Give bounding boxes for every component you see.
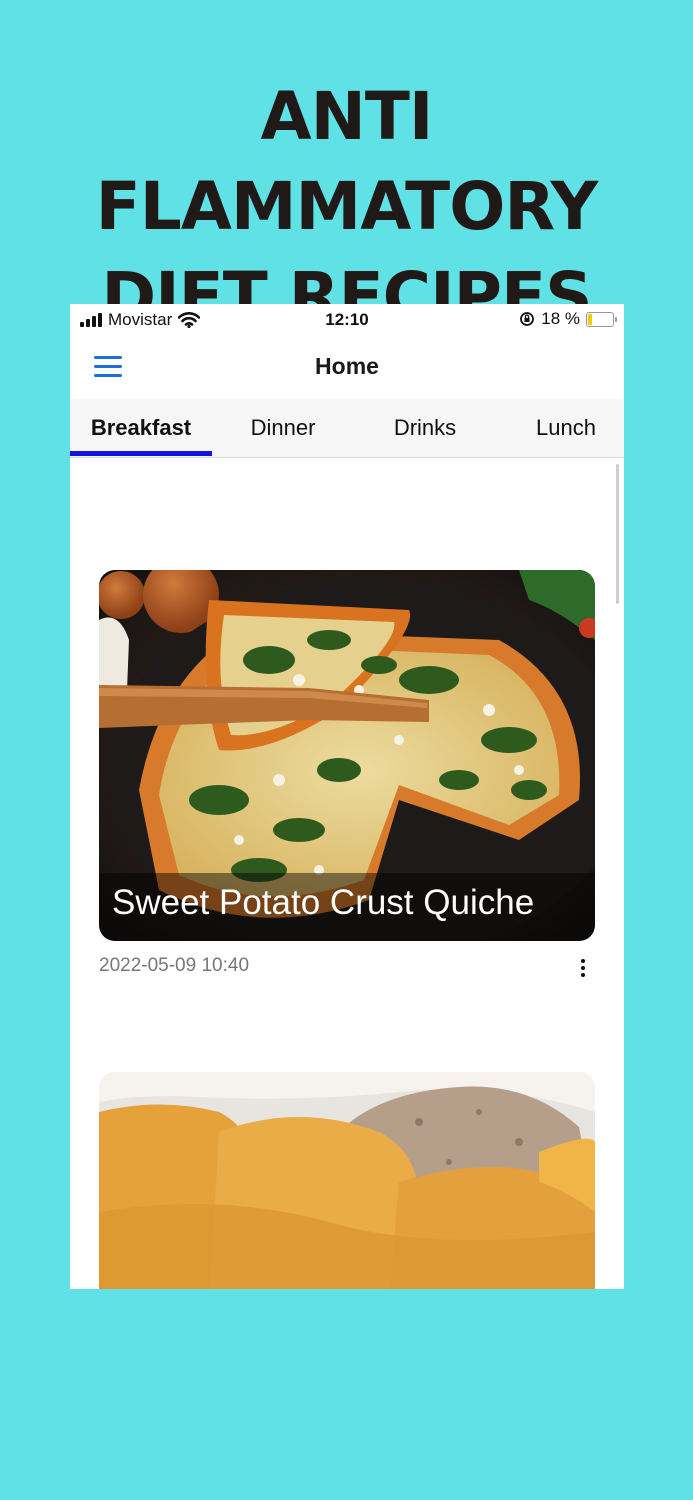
orientation-lock-icon — [520, 312, 535, 326]
category-tabs: Breakfast Dinner Drinks Lunch — [70, 399, 624, 458]
tab-breakfast[interactable]: Breakfast — [70, 399, 212, 457]
tab-drinks[interactable]: Drinks — [354, 399, 496, 457]
promo-headline: ANTI FLAMMATORY DIET RECIPES — [0, 72, 693, 342]
active-tab-indicator — [70, 451, 212, 456]
recipe-title-overlay: Sweet Potato Crust Quiche — [99, 873, 595, 941]
page-title: Home — [315, 353, 379, 379]
tab-dinner[interactable]: Dinner — [212, 399, 354, 457]
recipe-card[interactable] — [99, 1072, 595, 1289]
sweet-potato-dish-photo — [99, 1072, 595, 1289]
battery-percent: 18 % — [541, 309, 580, 328]
app-header: Home — [70, 336, 624, 400]
status-right: 18 % — [519, 309, 617, 329]
recipe-date: 2022-05-09 10:40 — [99, 955, 250, 976]
tab-lunch[interactable]: Lunch — [495, 399, 624, 457]
recipe-card[interactable]: Sweet Potato Crust Quiche 2022-05-09 10:… — [99, 570, 595, 990]
recipe-image-2[interactable] — [99, 1072, 595, 1289]
headline-line-1: ANTI FLAMMATORY — [95, 78, 599, 245]
recipe-title: Sweet Potato Crust Quiche — [112, 883, 535, 922]
status-bar: Movistar 12:10 18 % — [70, 304, 624, 336]
battery-icon — [586, 311, 617, 327]
phone-screen: Movistar 12:10 18 % Home Breakfast Dinne… — [70, 304, 624, 1289]
recipe-image-quiche[interactable]: Sweet Potato Crust Quiche — [99, 570, 595, 941]
scrollbar[interactable] — [616, 464, 619, 604]
more-options-icon[interactable] — [579, 959, 587, 981]
